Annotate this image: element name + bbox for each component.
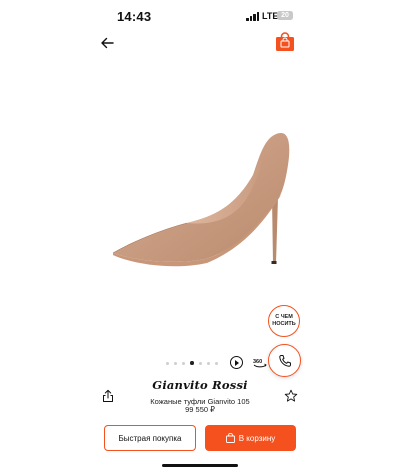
brand-logo[interactable]: Gianvito Rossi [0, 378, 400, 392]
signal-icon [246, 12, 260, 21]
battery-icon: 20 [277, 11, 293, 20]
network-type: LTE [262, 11, 279, 21]
gallery-dot[interactable] [182, 361, 185, 365]
favorite-button[interactable] [284, 389, 298, 403]
quick-buy-button[interactable]: Быстрая покупка [104, 425, 196, 451]
gallery-dot[interactable] [166, 361, 169, 365]
view-360-icon: 360 [253, 359, 267, 368]
svg-text:360: 360 [253, 359, 262, 365]
shoe-image [112, 132, 290, 267]
add-to-cart-label: В корзину [238, 433, 276, 443]
status-time: 14:43 [117, 9, 152, 24]
arrow-left-icon [101, 37, 114, 49]
gallery-dot[interactable] [214, 361, 218, 365]
star-icon [284, 389, 298, 402]
back-button[interactable] [98, 34, 116, 52]
status-bar: 14:43 LTE 20 [0, 0, 400, 30]
cart-button[interactable] [275, 32, 295, 52]
phone-icon [278, 354, 291, 367]
gallery-dot[interactable] [206, 361, 210, 365]
gallery-dot-active[interactable] [190, 361, 194, 365]
gallery-dot[interactable] [198, 361, 202, 365]
what-to-wear-button[interactable]: С ЧЕМ НОСИТЬ [268, 305, 300, 337]
shopping-bag-icon [225, 433, 235, 443]
view-360-button[interactable]: 360 [253, 355, 267, 369]
shopping-bag-icon [276, 32, 294, 51]
add-to-cart-button[interactable]: В корзину [205, 425, 296, 451]
product-image[interactable] [105, 125, 295, 270]
home-indicator [162, 464, 238, 467]
gallery-pagination [166, 360, 218, 366]
call-button[interactable] [268, 344, 301, 377]
product-price: 99 550 ₽ [185, 405, 215, 414]
play-video-button[interactable] [230, 356, 243, 369]
gallery-dot[interactable] [174, 361, 177, 365]
